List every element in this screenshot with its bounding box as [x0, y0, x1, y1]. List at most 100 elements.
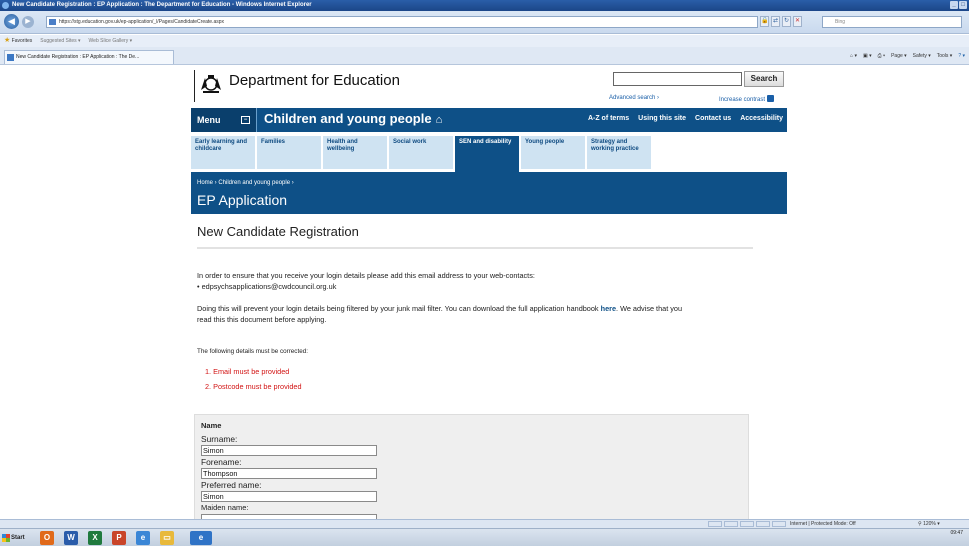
window-title: New Candidate Registration : EP Applicat…: [12, 2, 312, 8]
forward-icon[interactable]: ▶: [22, 16, 34, 28]
contact-email: • edpsychsapplications@cwdcouncil.org.uk: [197, 282, 337, 291]
window-titlebar: New Candidate Registration : EP Applicat…: [0, 0, 969, 11]
error-item: 1. Email must be provided: [205, 367, 290, 376]
errors-intro: The following details must be corrected:: [197, 348, 308, 355]
menu-toggle-icon: −: [241, 116, 250, 124]
windows-logo-icon: [2, 534, 10, 542]
print-icon[interactable]: ⎙ ▾: [878, 51, 886, 61]
nav-link-a-z[interactable]: A-Z of terms: [588, 115, 629, 122]
powerpoint-icon[interactable]: P: [112, 531, 126, 545]
taskbar: Start O W X P e ▭ e 09:47: [0, 528, 969, 546]
favorites-button[interactable]: ★ Favorites: [4, 35, 32, 47]
sub-navigation: Early learning and childcare Families He…: [191, 136, 787, 172]
royal-crest-icon: [201, 75, 221, 93]
subtab-social-work[interactable]: Social work: [389, 136, 453, 169]
subtab-families[interactable]: Families: [257, 136, 321, 169]
site-search-button[interactable]: Search: [744, 71, 784, 87]
surname-label: Surname:: [201, 434, 238, 444]
error-item: 2. Postcode must be provided: [205, 382, 302, 391]
header-divider: [194, 70, 195, 102]
site-search-input[interactable]: [613, 72, 742, 86]
registration-form: Name Surname: Simon Forename: Thompson P…: [194, 414, 749, 519]
ie-taskbar-icon[interactable]: e: [136, 531, 150, 545]
tools-menu[interactable]: Tools ▾: [937, 51, 953, 61]
compat-icon[interactable]: ⇄: [771, 16, 780, 27]
page-menu[interactable]: Page ▾: [891, 51, 907, 61]
bing-search-input[interactable]: Bing: [822, 16, 962, 28]
surname-input[interactable]: Simon: [201, 445, 377, 456]
contrast-icon: [767, 95, 775, 102]
intro-text: In order to ensure that you receive your…: [197, 271, 535, 280]
home-cmd-icon[interactable]: ⌂ ▾: [850, 51, 857, 61]
command-bar: ⌂ ▾ ▣ ▾ ⎙ ▾ Page ▾ Safety ▾ Tools ▾ ? ▾: [850, 51, 965, 61]
ie-icon: [2, 2, 9, 9]
home-icon: ⌂: [435, 114, 443, 126]
forename-label: Forename:: [201, 457, 242, 467]
safety-menu[interactable]: Safety ▾: [913, 51, 931, 61]
subtab-sen-disability[interactable]: SEN and disability: [455, 136, 519, 172]
back-icon[interactable]: ◀: [4, 14, 19, 29]
url-tools: 🔒 ⇄ ↻ ✕: [760, 16, 802, 27]
page-content: Department for Education Search Advanced…: [191, 66, 787, 519]
word-icon[interactable]: W: [64, 531, 78, 545]
site-brand[interactable]: Department for Education: [229, 72, 400, 89]
site-header: Department for Education Search Advanced…: [191, 66, 787, 106]
system-tray: 09:47: [950, 530, 963, 537]
excel-icon[interactable]: X: [88, 531, 102, 545]
form-section-name: Name: [201, 421, 222, 430]
clock[interactable]: 09:47: [950, 530, 963, 536]
menu-button[interactable]: Menu −: [191, 108, 257, 132]
subtab-strategy[interactable]: Strategy and working practice: [587, 136, 651, 169]
page-title: New Candidate Registration: [197, 224, 359, 239]
tab-title: New Candidate Registration : EP Applicat…: [16, 54, 140, 60]
tab-bar: New Candidate Registration : EP Applicat…: [0, 47, 969, 65]
advanced-search-link[interactable]: Advanced search ›: [609, 95, 659, 101]
page-icon: [49, 19, 56, 25]
preferred-name-label: Preferred name:: [201, 480, 262, 490]
fav-item-suggested[interactable]: Suggested Sites ▾: [40, 35, 80, 47]
status-panes: [708, 521, 786, 527]
breadcrumb[interactable]: Home › Children and young people ›: [197, 180, 294, 186]
section-title[interactable]: Children and young people ⌂: [264, 111, 442, 126]
zoom-level[interactable]: ⚲ 120% ▾: [918, 520, 940, 528]
nav-link-using-site[interactable]: Using this site: [638, 115, 686, 122]
address-bar: ◀ ▶ https://stg.education.gov.uk/ep-appl…: [0, 11, 969, 34]
minimize-icon[interactable]: _: [950, 1, 958, 9]
forename-input[interactable]: Thompson: [201, 468, 377, 479]
security-zone[interactable]: Internet | Protected Mode: Off: [790, 520, 856, 528]
maximize-icon[interactable]: □: [959, 1, 967, 9]
refresh-icon[interactable]: ↻: [782, 16, 791, 27]
nav-link-accessibility[interactable]: Accessibility: [740, 115, 783, 122]
url-text: https://stg.education.gov.uk/ep-applicat…: [59, 19, 225, 25]
favorites-bar: ★ Favorites Suggested Sites ▾ Web Slice …: [0, 35, 969, 47]
handbook-text: Doing this will prevent your login detai…: [197, 304, 683, 313]
window-controls: _ □: [950, 1, 967, 9]
banner-title: EP Application: [197, 192, 288, 208]
web-page: Department for Education Search Advanced…: [0, 66, 969, 519]
subtab-early-learning[interactable]: Early learning and childcare: [191, 136, 255, 169]
nav-links: A-Z of terms Using this site Contact us …: [588, 115, 783, 122]
ie-active-window-icon[interactable]: e: [190, 531, 212, 545]
fav-item-webslice[interactable]: Web Slice Gallery ▾: [89, 35, 133, 47]
subtab-young-people[interactable]: Young people: [521, 136, 585, 169]
outlook-icon[interactable]: O: [40, 531, 54, 545]
page-banner: Home › Children and young people › EP Ap…: [191, 172, 787, 214]
help-icon[interactable]: ? ▾: [958, 51, 965, 61]
feeds-icon[interactable]: ▣ ▾: [863, 51, 872, 61]
status-bar: Internet | Protected Mode: Off ⚲ 120% ▾: [0, 519, 969, 528]
stop-icon[interactable]: ✕: [793, 16, 802, 27]
star-icon: ★: [4, 37, 11, 44]
main-navbar: Menu − Children and young people ⌂ A-Z of…: [191, 108, 787, 132]
handbook-link[interactable]: here: [601, 304, 616, 313]
folder-icon[interactable]: ▭: [160, 531, 174, 545]
maiden-name-label: Maiden name:: [201, 503, 249, 512]
start-button[interactable]: Start: [2, 532, 35, 544]
subtab-health[interactable]: Health and wellbeing: [323, 136, 387, 169]
nav-link-contact[interactable]: Contact us: [695, 115, 731, 122]
preferred-name-input[interactable]: Simon: [201, 491, 377, 502]
browser-tab[interactable]: New Candidate Registration : EP Applicat…: [4, 50, 174, 64]
tab-page-icon: [7, 54, 14, 61]
lock-icon[interactable]: 🔒: [760, 16, 769, 27]
increase-contrast-link[interactable]: Increase contrast: [719, 95, 775, 103]
url-input[interactable]: https://stg.education.gov.uk/ep-applicat…: [46, 16, 758, 28]
